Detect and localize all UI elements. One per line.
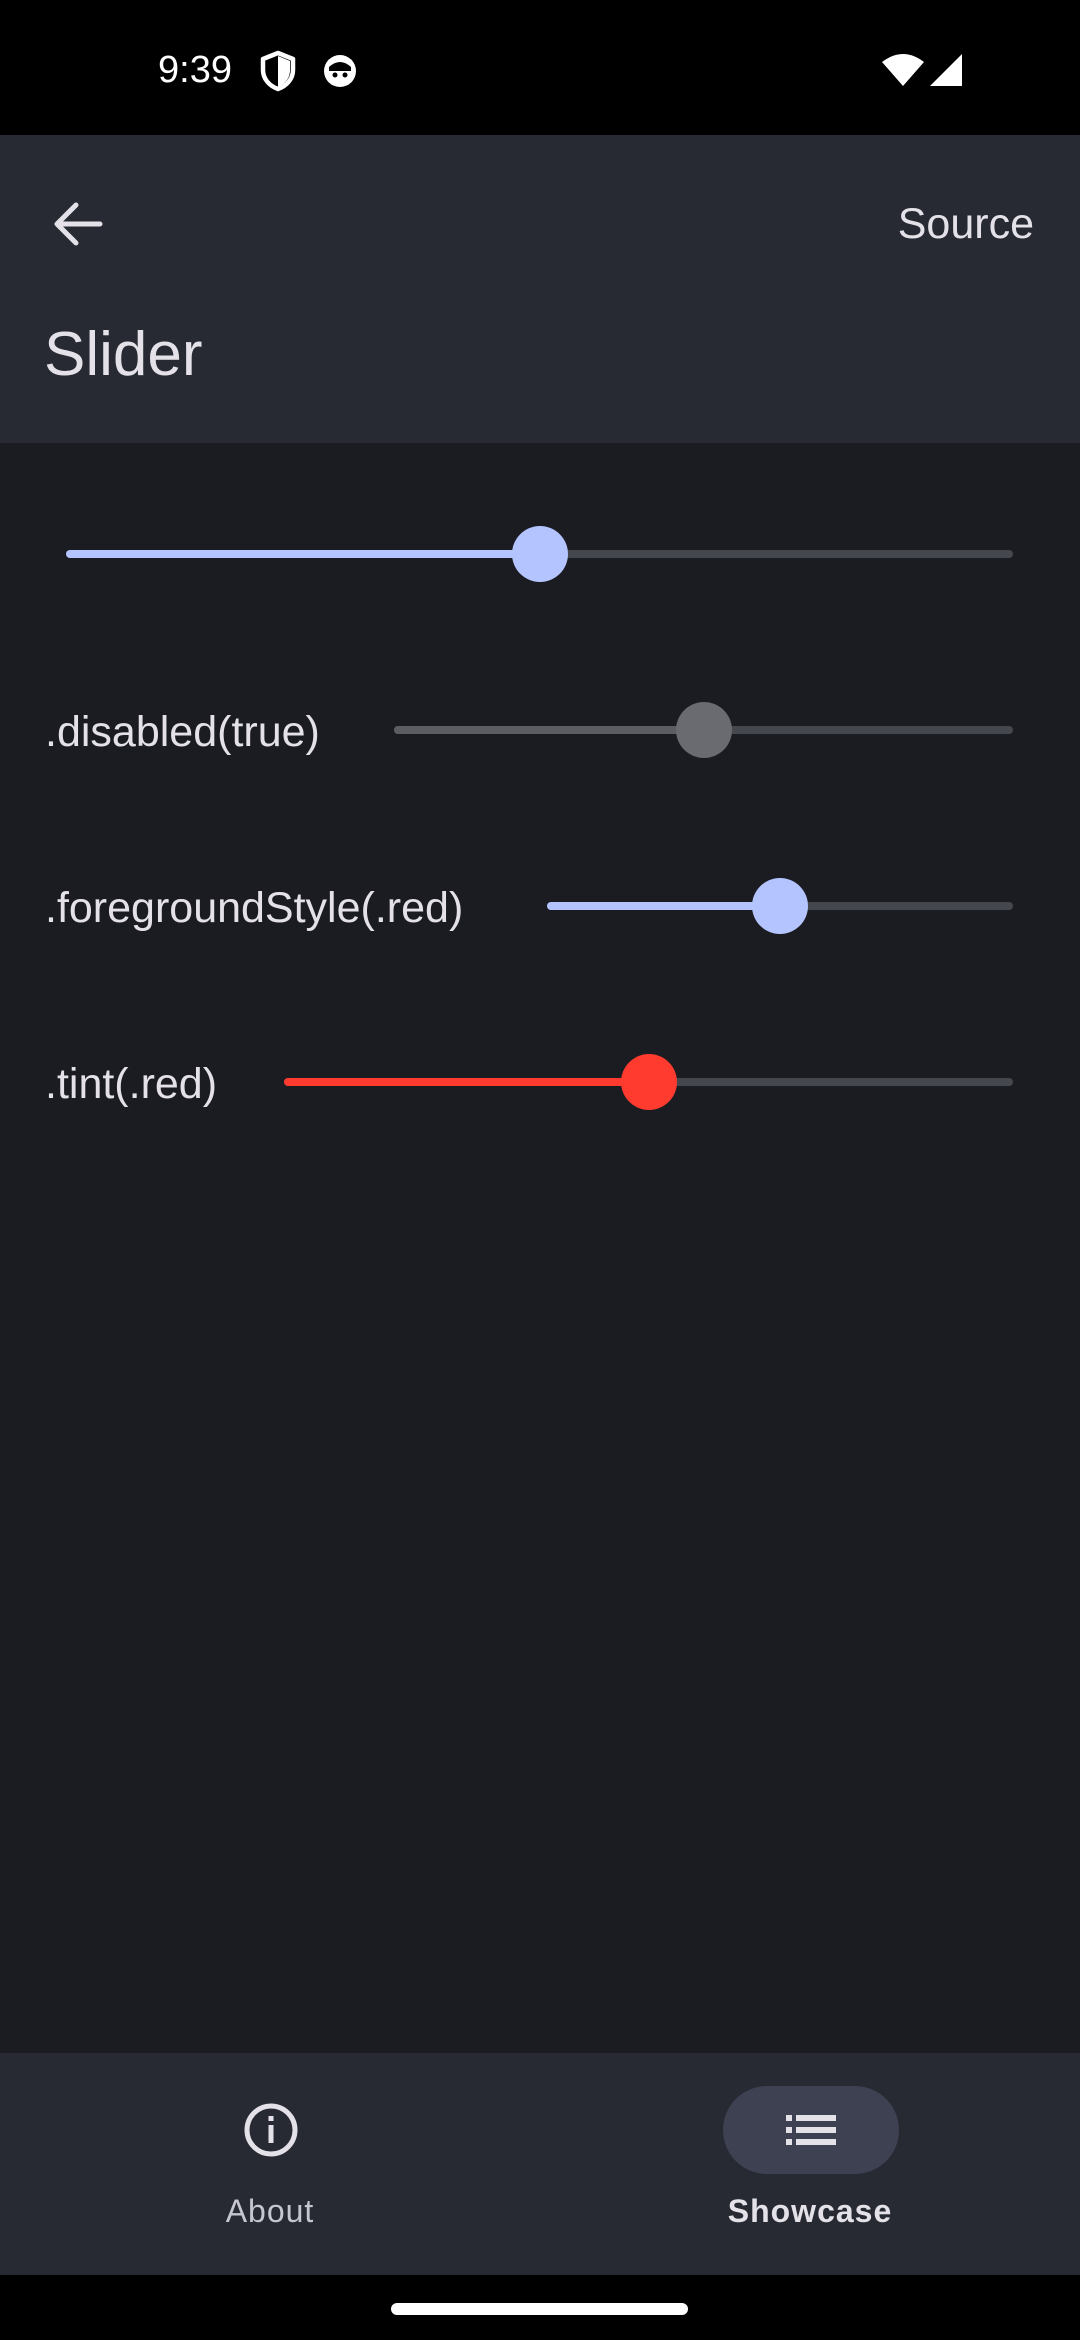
shield-icon bbox=[260, 50, 296, 92]
list-icon bbox=[786, 2115, 836, 2145]
home-indicator[interactable] bbox=[391, 2303, 688, 2315]
slider-foreground-style[interactable] bbox=[547, 878, 1013, 934]
app-bar bbox=[0, 135, 1080, 443]
status-bar: 9:39 bbox=[0, 0, 1080, 135]
arrow-left-icon bbox=[54, 202, 103, 246]
slider-thumb[interactable] bbox=[620, 1054, 677, 1110]
nav-item-showcase[interactable]: Showcase bbox=[540, 2053, 1080, 2275]
nav-label-about: About bbox=[225, 2193, 315, 2229]
slider-track-fill bbox=[284, 1078, 649, 1086]
face-icon bbox=[324, 55, 356, 87]
bottom-navigation: About Showcase bbox=[0, 2053, 1080, 2275]
status-time: 9:39 bbox=[158, 49, 232, 91]
slider-tint-red[interactable] bbox=[284, 1054, 1013, 1110]
slider-label-foreground-style: .foregroundStyle(.red) bbox=[45, 884, 464, 932]
slider-track-fill bbox=[66, 550, 540, 558]
slider-label-tint: .tint(.red) bbox=[45, 1060, 218, 1108]
slider-default[interactable] bbox=[66, 526, 1013, 582]
slider-thumb bbox=[675, 702, 732, 758]
source-button[interactable]: Source bbox=[898, 198, 1034, 250]
gesture-bar bbox=[0, 2275, 1080, 2340]
slider-track-fill bbox=[547, 902, 780, 910]
slider-thumb[interactable] bbox=[752, 878, 808, 934]
wifi-icon bbox=[882, 54, 924, 86]
signal-icon bbox=[930, 54, 962, 86]
slider-label-disabled: .disabled(true) bbox=[45, 708, 320, 756]
slider-track-fill bbox=[394, 726, 704, 734]
info-icon bbox=[244, 2103, 298, 2157]
slider-list: .disabled(true) .foregroundStyle(.red) .… bbox=[0, 443, 1080, 2053]
back-button[interactable] bbox=[38, 184, 118, 264]
nav-item-about[interactable]: About bbox=[0, 2053, 540, 2275]
nav-label-showcase: Showcase bbox=[727, 2193, 893, 2229]
slider-thumb[interactable] bbox=[511, 526, 568, 582]
page-title: Slider bbox=[44, 320, 203, 389]
slider-disabled bbox=[394, 702, 1013, 758]
